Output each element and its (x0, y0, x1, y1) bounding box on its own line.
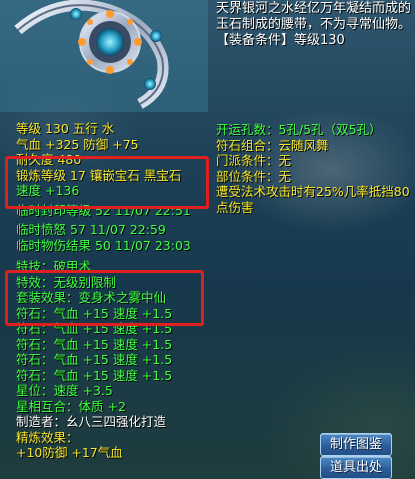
rune-line: 符石：气血 +15 速度 +1.5 (16, 367, 173, 383)
forge-gem-line: 锻炼等级 17 镶嵌宝石 黑宝石 (16, 167, 182, 183)
rune-line: 符石：气血 +15 速度 +1.5 (16, 321, 173, 336)
level-element-line: 等级 130 五行 水 (16, 121, 115, 136)
lucky-slots-line: 开运孔数：5孔/5孔（双5孔） (216, 122, 382, 137)
maker-line: 制造者：幺八三四强化打造 (16, 414, 167, 429)
item-stats: 等级 130 五行 水 气血 +325 防御 +75 耐久度 480 锻炼等级 … (16, 121, 221, 461)
item-description: 天界银河之水经亿万年凝结而成的玉石制成的腰带，不为寻常仙物。 【装备条件】等级1… (216, 1, 412, 49)
belt-item-image (0, 0, 208, 112)
illustration-button[interactable]: 制作图鉴 (320, 433, 392, 456)
school-requirement-line: 门派条件：无 (216, 153, 292, 168)
star-combo-line: 星相互合：体质 +2 (16, 398, 126, 414)
set-effect-line: 套装效果：变身术之雾中仙 (16, 290, 167, 305)
description-text: 天界银河之水经亿万年凝结而成的玉石制成的腰带，不为寻常仙物。 (216, 1, 412, 32)
temp-anger-line: 临时愤怒 57 11/07 22:59 (16, 222, 166, 237)
rune-line: 符石：气血 +15 速度 +1.5 (16, 352, 173, 367)
durability-line: 耐久度 480 (16, 152, 82, 167)
equip-requirement: 【装备条件】等级130 (216, 33, 345, 48)
rune-line: 符石：气血 +15 速度 +1.5 (16, 305, 173, 321)
refine-effect-line: +10防御 +17气血 (16, 445, 123, 460)
special-effect-line: 特效：无级别限制 (16, 274, 117, 290)
hp-defense-line: 气血 +325 防御 +75 (16, 136, 139, 152)
temp-damage-line: 临时物伤结果 50 11/07 23:03 (16, 237, 191, 253)
speed-line: 速度 +136 (16, 183, 80, 198)
refine-title: 精炼效果： (16, 429, 79, 445)
rune-combo-line: 符石组合：云随风舞 (216, 137, 329, 153)
item-source-button[interactable]: 道具出处 (320, 456, 392, 479)
temp-seal-line: 临时封印等级 52 11/07 22:51 (16, 202, 191, 218)
rune-line: 符石：气血 +15 速度 +1.5 (16, 336, 173, 352)
special-skill-line: 特技：破甲术 (16, 259, 92, 274)
rune-info: 开运孔数：5孔/5孔（双5孔） 符石组合：云随风舞 门派条件：无 部位条件：无 … (216, 122, 411, 215)
star-position-line: 星位：速度 +3.5 (16, 383, 113, 398)
part-requirement-line: 部位条件：无 (216, 168, 292, 184)
rune-combo-effect: 遭受法术攻击时有25%几率抵挡80点伤害 (216, 184, 410, 215)
